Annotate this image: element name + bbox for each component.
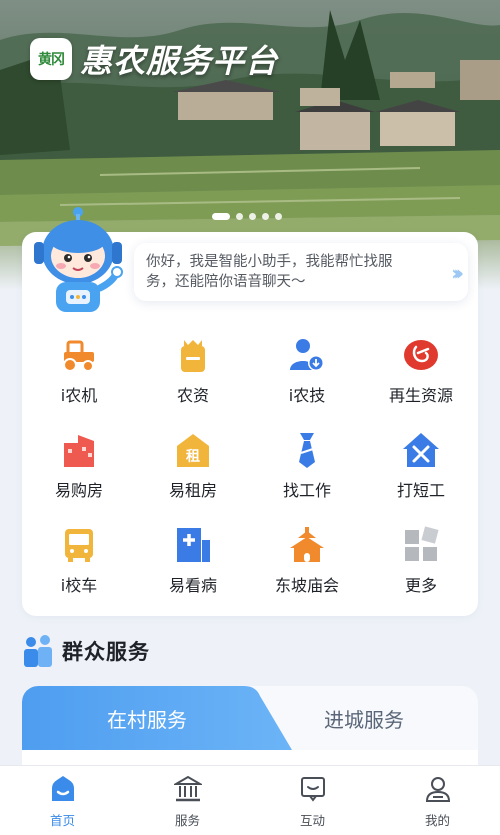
supplies-bag-icon [174,336,212,374]
nav-label: 互动 [299,813,325,828]
service-rent-house[interactable]: 租 易租房 [136,421,250,516]
temple-icon [288,526,326,564]
service-label: i农机 [60,386,98,405]
building-icon [60,431,98,469]
service-temple-fair[interactable]: 东坡庙会 [250,516,364,611]
service-find-job[interactable]: 找工作 [250,421,364,516]
tab-in-village[interactable]: 在村服务 [22,686,272,750]
service-school-bus[interactable]: i校车 [22,516,136,611]
service-recycle[interactable]: 再生资源 [364,326,478,421]
recycle-icon [402,336,440,374]
rent-badge: 租 [186,448,200,465]
bottom-nav: 首页 服务 互动 我的 [0,765,500,835]
app-brand: 黄冈 惠农服务平台 [30,36,278,82]
nav-label: 首页 [49,813,75,828]
assistant-bubble[interactable]: 你好，我是智能小助手，我能帮忙找服务，还能陪你语音聊天～ ››› [134,243,468,301]
nav-interaction[interactable]: 互动 [250,766,375,835]
carousel-dot[interactable] [262,213,269,220]
tie-icon [288,431,326,469]
section-title: 群众服务 [62,640,150,664]
app-logo: 黄冈 [30,38,72,80]
service-label: 打短工 [396,481,445,500]
profile-icon [423,774,453,804]
school-bus-icon [60,526,98,564]
service-label: 农资 [176,386,209,405]
farmer-expert-icon [288,336,326,374]
service-label: 再生资源 [388,386,453,405]
app-title: 惠农服务平台 [80,42,279,80]
nav-services[interactable]: 服务 [125,766,250,835]
services-grid: i农机 农资 i农技 再生资源 易购房 租 易租房 找工作 打短工 i校车 易看… [22,326,478,611]
carousel-dot[interactable] [249,213,256,220]
service-label: 易购房 [54,481,103,500]
service-see-doctor[interactable]: 易看病 [136,516,250,611]
nav-label: 我的 [424,813,450,828]
bank-icon [173,774,203,804]
service-label: 东坡庙会 [274,576,339,595]
service-agri-tech[interactable]: i农技 [250,326,364,421]
rent-house-icon: 租 [174,431,212,469]
public-services-header: 群众服务 [22,634,150,668]
service-tabs: 在村服务 进城服务 [22,686,478,750]
carousel-dot[interactable] [212,213,230,220]
carousel-dot[interactable] [236,213,243,220]
service-label: 更多 [404,576,437,595]
chevrons-right-icon[interactable]: ››› [451,261,464,285]
service-supplies[interactable]: 农资 [136,326,250,421]
more-grid-icon [402,526,440,564]
service-more[interactable]: 更多 [364,516,478,611]
tools-house-icon [402,431,440,469]
service-label: 找工作 [282,481,331,500]
service-buy-house[interactable]: 易购房 [22,421,136,516]
service-label: 易租房 [168,481,217,500]
home-icon [48,774,78,804]
nav-home[interactable]: 首页 [0,766,125,835]
service-odd-jobs[interactable]: 打短工 [364,421,478,516]
service-label: i校车 [60,576,98,595]
nav-label: 服务 [174,813,200,828]
assistant-message: 你好，我是智能小助手，我能帮忙找服务，还能陪你语音聊天～ [146,254,393,290]
service-tractor[interactable]: i农机 [22,326,136,421]
hospital-icon [174,526,212,564]
carousel-dot[interactable] [275,213,282,220]
tractor-icon [60,336,98,374]
tab-to-city[interactable]: 进城服务 [250,686,478,750]
chat-icon [298,774,328,804]
service-label: i农技 [288,386,326,405]
nav-profile[interactable]: 我的 [375,766,500,835]
service-label: 易看病 [168,576,217,595]
carousel-indicator[interactable] [212,213,282,220]
robot-mascot-icon[interactable] [28,204,124,316]
people-icon [24,635,52,667]
